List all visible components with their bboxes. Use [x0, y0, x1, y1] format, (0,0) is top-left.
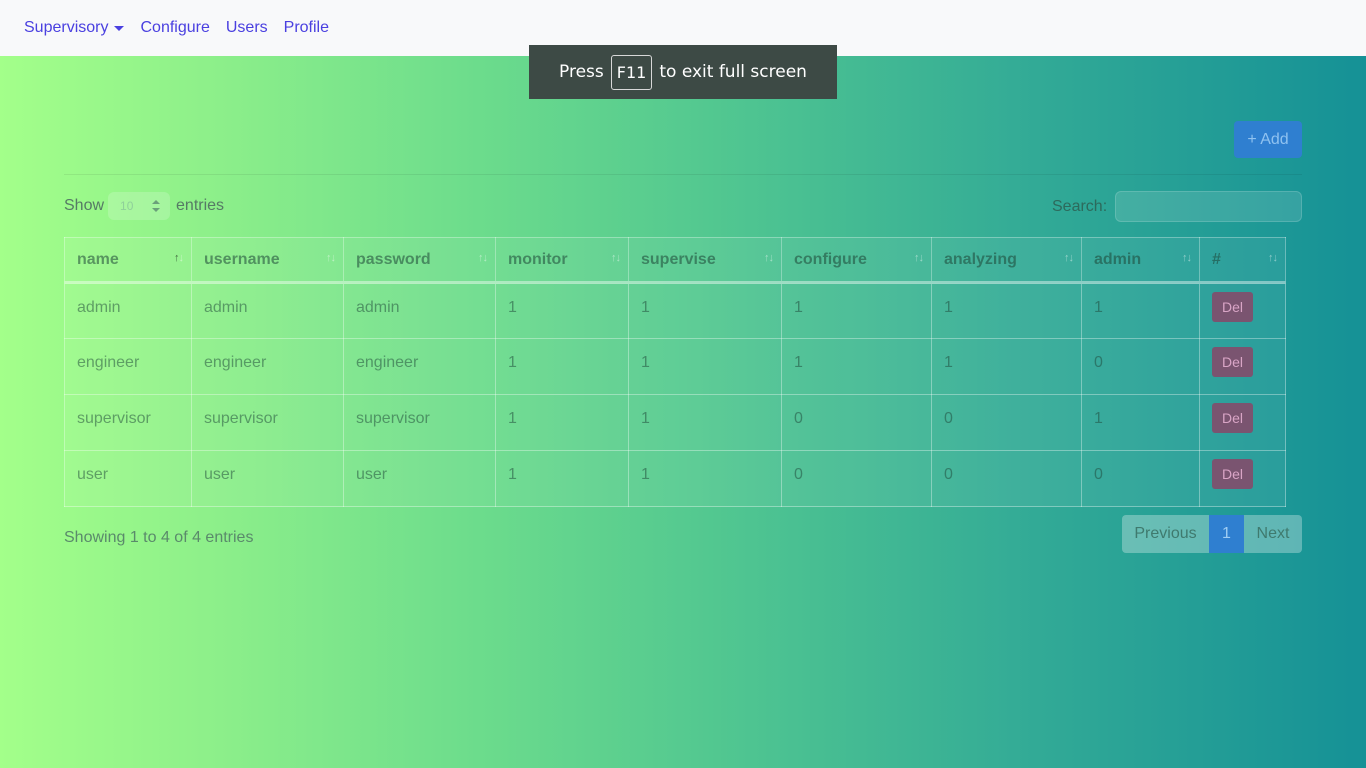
entries-per-page-select[interactable]: 10: [108, 192, 171, 220]
nav-profile[interactable]: Profile: [284, 19, 329, 37]
table-cell: 1: [628, 394, 782, 451]
column-header-label: supervise: [641, 250, 716, 268]
sort-icon: ↑↓: [764, 252, 774, 264]
table-cell: engineer: [343, 338, 496, 395]
table-cell: supervisor: [191, 394, 344, 451]
table-cell-actions: Del: [1199, 394, 1286, 451]
column-header-label: password: [356, 250, 431, 268]
delete-button[interactable]: Del: [1212, 459, 1254, 489]
show-label: Show: [64, 197, 105, 214]
nav-supervisory-dropdown[interactable]: Supervisory: [24, 19, 125, 37]
table-cell: 1: [1081, 394, 1200, 451]
column-header-admin[interactable]: admin ↑↓: [1081, 237, 1200, 284]
users-table: name ↑↓ username ↑↓ password ↑↓ monitor ↑↓ s…: [64, 237, 1286, 507]
sort-icon: ↑↓: [914, 252, 924, 264]
divider: [64, 174, 1302, 175]
sort-icon: ↑↓: [174, 252, 184, 264]
nav-configure[interactable]: Configure: [140, 19, 209, 37]
table-cell: engineer: [64, 338, 192, 395]
column-header-label: analyzing: [944, 250, 1017, 268]
table-cell: 0: [931, 394, 1082, 451]
sort-icon: ↑↓: [478, 252, 488, 264]
column-header-label: monitor: [508, 250, 568, 268]
table-cell: 1: [1081, 282, 1200, 339]
table-cell: 0: [781, 450, 932, 507]
entries-per-page-value: 10: [120, 199, 134, 213]
page-1-button[interactable]: 1: [1209, 515, 1244, 553]
add-user-button[interactable]: + Add: [1234, 121, 1302, 158]
table-cell: admin: [191, 282, 344, 339]
table-header-row: name ↑↓ username ↑↓ password ↑↓ monitor ↑↓ s…: [64, 237, 1286, 284]
table-cell: 1: [495, 282, 629, 339]
table-cell: 0: [781, 394, 932, 451]
table-cell: user: [343, 450, 496, 507]
sort-icon: ↑↓: [326, 252, 336, 264]
table-info: Showing 1 to 4 of 4 entries: [64, 529, 254, 546]
table-cell: 1: [931, 282, 1082, 339]
delete-button[interactable]: Del: [1212, 292, 1254, 322]
previous-page-button[interactable]: Previous: [1122, 515, 1209, 553]
entries-label: entries: [176, 197, 225, 214]
table-cell: engineer: [191, 338, 344, 395]
column-header-label: #: [1212, 250, 1221, 268]
table-cell: 1: [495, 450, 629, 507]
nav-users[interactable]: Users: [226, 19, 268, 37]
column-header-username[interactable]: username ↑↓: [191, 237, 344, 284]
search-control: Search:: [1052, 191, 1303, 222]
fullscreen-notice: Press F11 to exit full screen: [529, 45, 837, 99]
fullscreen-notice-prefix: Press: [559, 62, 604, 82]
table-cell-actions: Del: [1199, 450, 1286, 507]
next-page-button[interactable]: Next: [1244, 515, 1302, 553]
table-cell: user: [64, 450, 192, 507]
search-input[interactable]: [1115, 191, 1303, 222]
column-header-configure[interactable]: configure ↑↓: [781, 237, 932, 284]
pagination: Previous 1 Next: [1122, 515, 1302, 553]
fullscreen-notice-suffix: to exit full screen: [659, 62, 807, 82]
table-cell: 1: [628, 450, 782, 507]
table-cell: 1: [628, 282, 782, 339]
delete-button[interactable]: Del: [1212, 347, 1254, 377]
table-cell: 1: [931, 338, 1082, 395]
column-header-analyzing[interactable]: analyzing ↑↓: [931, 237, 1082, 284]
search-label: Search:: [1052, 197, 1108, 215]
table-cell: 1: [495, 394, 629, 451]
table-cell: 0: [931, 450, 1082, 507]
chevron-down-icon: [114, 25, 125, 31]
entries-length-control: Show 10 entries: [64, 192, 224, 220]
sort-icon: ↑↓: [611, 252, 621, 264]
column-header-label: configure: [794, 250, 867, 268]
table-cell: 0: [1081, 338, 1200, 395]
column-header-actions[interactable]: # ↑↓: [1199, 237, 1286, 284]
table-cell: admin: [64, 282, 192, 339]
sort-icon: ↑↓: [1064, 252, 1074, 264]
table-cell-actions: Del: [1199, 338, 1286, 395]
table-cell: 1: [781, 338, 932, 395]
table-cell: 1: [495, 338, 629, 395]
sort-icon: ↑↓: [1268, 252, 1278, 264]
column-header-password[interactable]: password ↑↓: [343, 237, 496, 284]
column-header-monitor[interactable]: monitor ↑↓: [495, 237, 629, 284]
column-header-label: username: [204, 250, 280, 268]
table-cell: 1: [781, 282, 932, 339]
column-header-supervise[interactable]: supervise ↑↓: [628, 237, 782, 284]
column-header-label: admin: [1094, 250, 1142, 268]
table-row: supervisor supervisor supervisor 1 1 0 0…: [64, 394, 1286, 451]
sort-icon: ↑↓: [1182, 252, 1192, 264]
table-cell-actions: Del: [1199, 282, 1286, 339]
table-row: admin admin admin 1 1 1 1 1 Del: [64, 282, 1286, 339]
column-header-label: name: [77, 250, 119, 268]
select-arrows-icon: [152, 200, 161, 212]
column-header-name[interactable]: name ↑↓: [64, 237, 192, 284]
nav-supervisory-label: Supervisory: [24, 19, 109, 36]
table-cell: 0: [1081, 450, 1200, 507]
table-cell: user: [191, 450, 344, 507]
table-row: user user user 1 1 0 0 0 Del: [64, 450, 1286, 507]
table-row: engineer engineer engineer 1 1 1 1 0 Del: [64, 338, 1286, 395]
table-cell: supervisor: [64, 394, 192, 451]
table-cell: 1: [628, 338, 782, 395]
table-cell: supervisor: [343, 394, 496, 451]
delete-button[interactable]: Del: [1212, 403, 1254, 433]
f11-key: F11: [610, 54, 653, 90]
table-cell: admin: [343, 282, 496, 339]
